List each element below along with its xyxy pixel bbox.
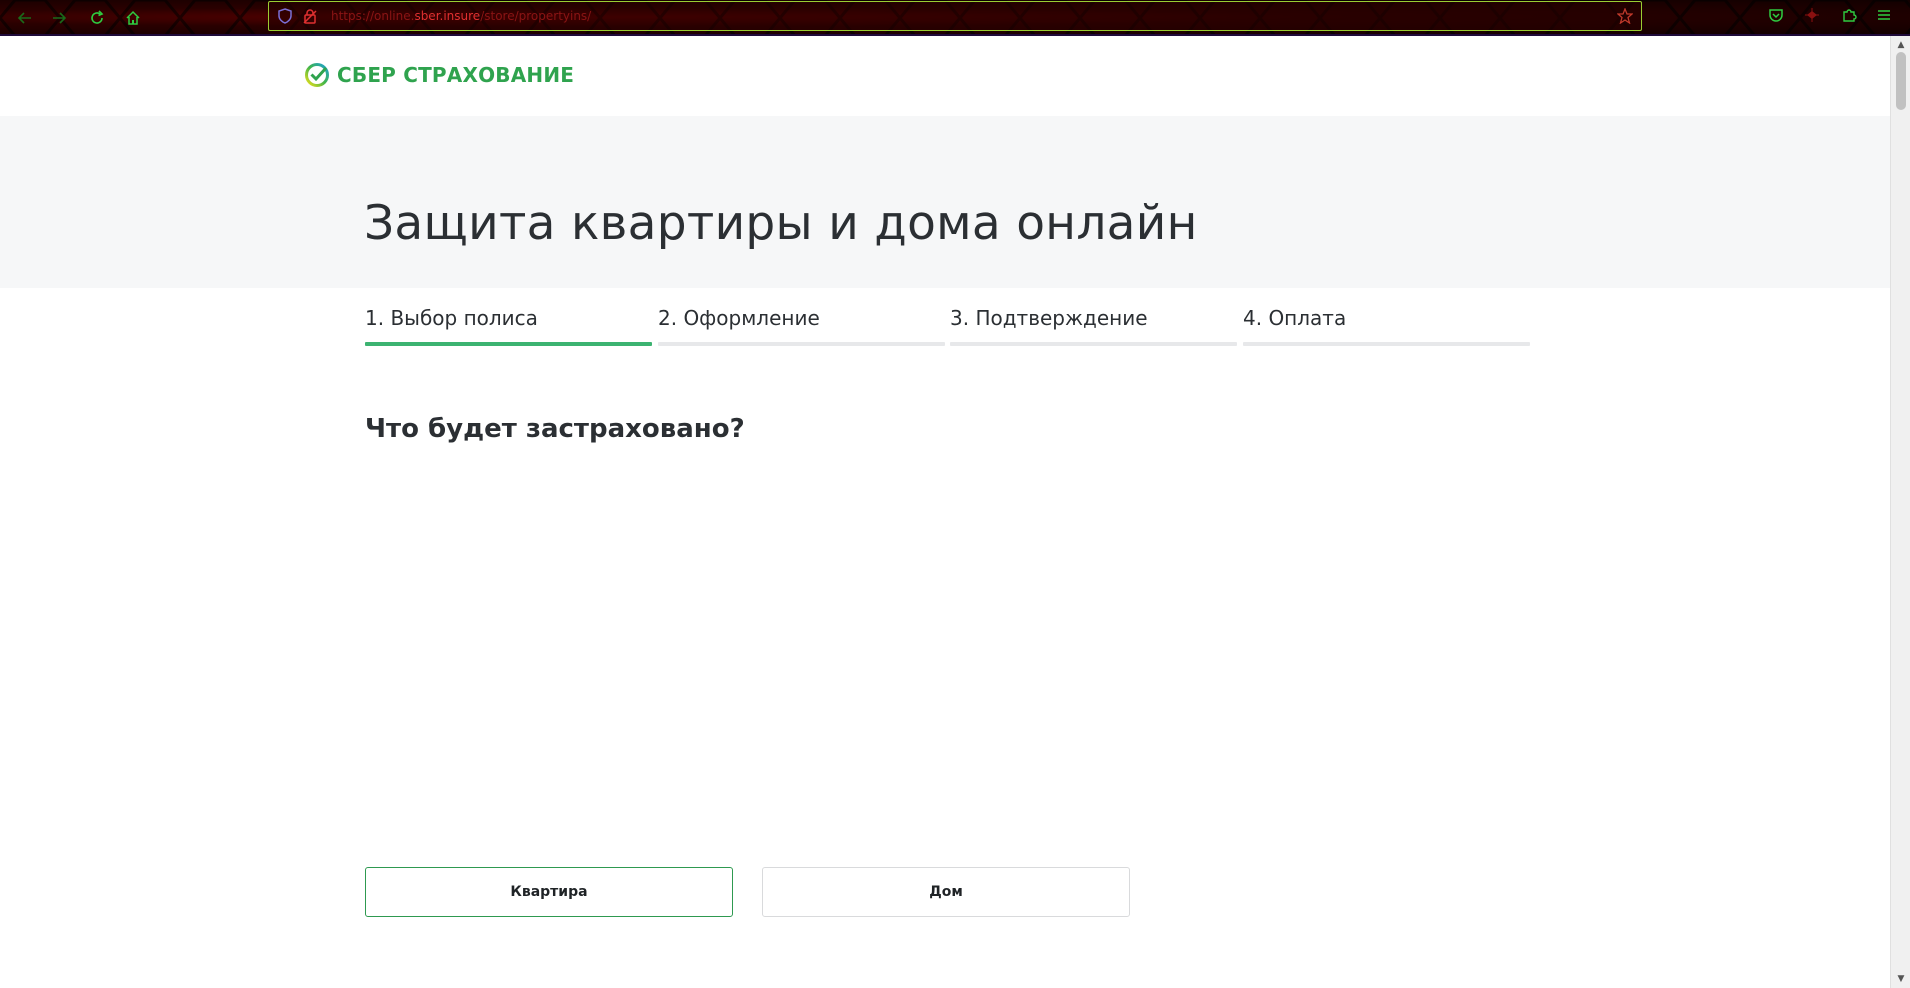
steps-progress: 1. Выбор полиса 2. Оформление 3. Подтвер… [365,306,1530,346]
pocket-icon [1769,9,1783,22]
section-question: Что будет застраховано? [365,414,745,444]
arrow-left-icon [17,12,31,24]
reload-icon [91,10,104,24]
step-label: 4. Оплата [1243,306,1347,330]
step-indicator [1243,342,1530,346]
step-indicator [365,342,652,346]
step-4: 4. Оплата [1243,306,1530,346]
sber-logo[interactable]: СБЕР СТРАХОВАНИЕ [304,62,574,88]
scrollbar-thumb[interactable] [1896,52,1906,110]
puzzle-icon [1843,9,1857,22]
star-icon[interactable] [1617,8,1633,24]
url-bar[interactable]: https://online.sber.insure/store/propert… [268,1,1642,31]
home-icon [126,10,140,25]
sber-logo-icon [305,63,329,87]
arrow-right-icon [53,12,67,24]
step-indicator [658,342,945,346]
browser-toolbar: https://online.sber.insure/store/propert… [0,0,1910,36]
step-label: 3. Подтверждение [950,306,1148,330]
page-scrollbar[interactable]: ▲ ▼ [1890,36,1910,988]
extensions-button[interactable] [1840,6,1858,24]
reload-button[interactable] [84,5,110,31]
home-button[interactable] [120,5,146,31]
step-1: 1. Выбор полиса [365,306,652,346]
step-label: 1. Выбор полиса [365,306,538,330]
hero-section: Защита квартиры и дома онлайн [0,116,1890,288]
scroll-up-icon[interactable]: ▲ [1891,38,1910,52]
sync-icon [1805,8,1819,22]
step-indicator [950,342,1237,346]
logo-text: СБЕР СТРАХОВАНИЕ [337,63,575,87]
step-3: 3. Подтверждение [950,306,1237,346]
pocket-button[interactable] [1767,6,1785,24]
page-title: Защита квартиры и дома онлайн [364,196,1198,251]
menu-button[interactable] [1875,6,1893,24]
option-apartment-button[interactable]: Квартира [365,867,733,917]
page-content: СБЕР СТРАХОВАНИЕ Защита квартиры и дома … [0,36,1890,988]
shield-icon[interactable] [277,8,293,24]
hamburger-icon [1878,10,1890,20]
back-button[interactable] [12,5,38,31]
step-2: 2. Оформление [658,306,945,346]
site-header: СБЕР СТРАХОВАНИЕ [0,36,1890,116]
lock-icon[interactable] [302,8,318,24]
option-house-button[interactable]: Дом [762,867,1130,917]
url-text[interactable]: https://online.sber.insure/store/propert… [331,9,591,23]
sync-button[interactable] [1803,6,1821,24]
forward-button[interactable] [46,5,72,31]
scroll-down-icon[interactable]: ▼ [1891,972,1910,986]
step-label: 2. Оформление [658,306,820,330]
